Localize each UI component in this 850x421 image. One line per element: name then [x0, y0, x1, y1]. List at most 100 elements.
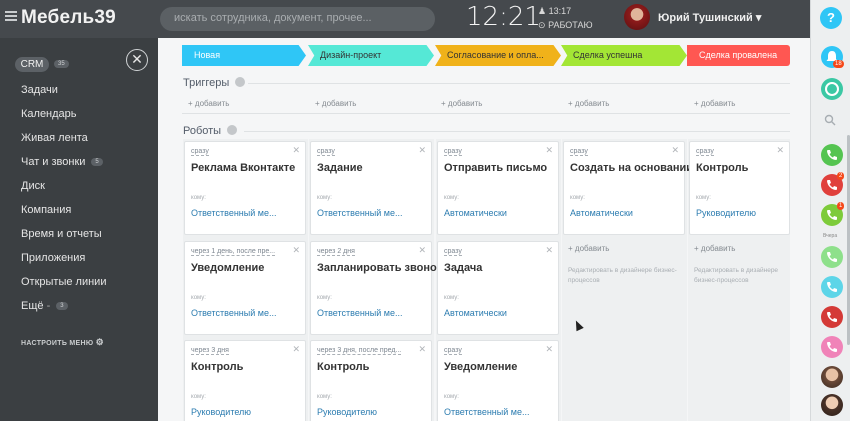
sidebar-item-open-lines[interactable]: Открытые линии: [21, 276, 106, 288]
stage-new[interactable]: Новая: [182, 45, 306, 66]
robot-delay[interactable]: сразу: [444, 148, 462, 156]
robot-delay[interactable]: сразу: [444, 347, 462, 355]
robot-recipient[interactable]: Ответственный ме...: [191, 208, 276, 218]
close-icon[interactable]: ✕: [418, 245, 426, 256]
add-trigger-button[interactable]: + добавить: [188, 99, 229, 108]
robot-recipient[interactable]: Автоматически: [444, 208, 507, 218]
robot-recipient[interactable]: Ответственный ме...: [444, 407, 529, 417]
sidebar-item-more[interactable]: Ещё -3: [21, 300, 68, 312]
robot-card[interactable]: через 3 дня ✕ Контроль кому: Руководител…: [184, 340, 306, 421]
robot-card[interactable]: через 3 дня, после пред... ✕ Контроль ко…: [310, 340, 432, 421]
robot-delay[interactable]: через 3 дня, после пред...: [317, 347, 402, 355]
sidebar-item-disk[interactable]: Диск: [21, 180, 45, 192]
close-icon[interactable]: ✕: [292, 145, 300, 156]
search-icon[interactable]: [824, 114, 836, 126]
robot-recipient[interactable]: Руководителю: [191, 407, 251, 417]
contact-avatar[interactable]: [821, 394, 843, 416]
robot-recipient-label: кому:: [444, 295, 459, 301]
robot-card[interactable]: через 1 день, после пре... ✕ Уведомление…: [184, 241, 306, 335]
sidebar-item-calendar[interactable]: Календарь: [21, 108, 77, 120]
robot-delay[interactable]: через 1 день, после пре...: [191, 248, 276, 256]
robot-recipient[interactable]: Руководителю: [696, 208, 756, 218]
help-icon[interactable]: [235, 77, 246, 87]
add-trigger-button[interactable]: + добавить: [315, 99, 356, 108]
stage-design[interactable]: Дизайн-проект: [308, 45, 434, 66]
robot-recipient[interactable]: Автоматически: [570, 208, 633, 218]
robot-recipient[interactable]: Автоматически: [444, 308, 507, 318]
menu-icon[interactable]: [5, 11, 17, 21]
user-avatar[interactable]: [624, 4, 650, 30]
sidebar-item-label: Живая лента: [21, 132, 88, 144]
robot-delay[interactable]: сразу: [570, 148, 588, 156]
robot-card[interactable]: сразу ✕ Создать на основании кому: Автом…: [563, 141, 693, 235]
sidebar-item-chat[interactable]: Чат и звонки 5: [21, 156, 103, 168]
robot-recipient[interactable]: Ответственный ме...: [317, 208, 402, 218]
sidebar-item-tasks[interactable]: Задачи: [21, 84, 58, 96]
sidebar-item-label: Приложения: [21, 252, 86, 264]
help-icon[interactable]: [227, 125, 238, 135]
robot-card[interactable]: сразу ✕ Уведомление кому: Ответственный …: [437, 340, 559, 421]
call-button[interactable]: [821, 246, 843, 268]
help-button[interactable]: ?: [820, 7, 842, 29]
designer-link[interactable]: Редактировать в дизайнере бизнес-процесс…: [568, 266, 686, 286]
add-robot-button[interactable]: + добавить: [694, 244, 735, 253]
close-icon[interactable]: ✕: [126, 49, 148, 71]
close-icon[interactable]: ✕: [292, 245, 300, 256]
sidebar-item-crm[interactable]: CRM: [15, 57, 49, 72]
yesterday-label: Вчера: [823, 233, 838, 239]
close-icon[interactable]: ✕: [545, 344, 553, 355]
add-trigger-button[interactable]: + добавить: [441, 99, 482, 108]
robot-recipient[interactable]: Ответственный ме...: [191, 308, 276, 318]
call-badge: 1: [837, 202, 845, 210]
close-icon[interactable]: ✕: [545, 245, 553, 256]
robot-recipient[interactable]: Руководителю: [317, 407, 377, 417]
robot-title: Реклама Вконтакте: [191, 162, 296, 174]
call-button[interactable]: [821, 336, 843, 358]
close-icon[interactable]: ✕: [418, 344, 426, 355]
robot-card[interactable]: сразу ✕ Задача кому: Автоматически: [437, 241, 559, 335]
stage-won[interactable]: Сделка успешна: [561, 45, 687, 66]
add-robot-button[interactable]: + добавить: [568, 244, 609, 253]
robot-card[interactable]: сразу ✕ Отправить письмо кому: Автоматич…: [437, 141, 559, 235]
robot-card[interactable]: сразу ✕ Задание кому: Ответственный ме..…: [310, 141, 432, 235]
sidebar-item-time-reports[interactable]: Время и отчеты: [21, 228, 102, 240]
sidebar-item-company[interactable]: Компания: [21, 204, 71, 216]
close-icon[interactable]: ✕: [292, 344, 300, 355]
robot-delay[interactable]: сразу: [191, 148, 209, 156]
divider: [182, 113, 790, 114]
add-trigger-button[interactable]: + добавить: [694, 99, 735, 108]
sidebar-item-label: Задачи: [21, 84, 58, 96]
robot-card[interactable]: через 2 дня ✕ Запланировать звонок кому:…: [310, 241, 442, 335]
robot-card[interactable]: сразу ✕ Реклама Вконтакте кому: Ответств…: [184, 141, 306, 235]
close-icon[interactable]: ✕: [418, 145, 426, 156]
close-icon[interactable]: ✕: [671, 145, 679, 156]
add-trigger-button[interactable]: + добавить: [568, 99, 609, 108]
setup-menu-button[interactable]: НАСТРОИТЬ МЕНЮ ⚙: [21, 337, 104, 348]
missed-call-button[interactable]: [821, 306, 843, 328]
stage-approval[interactable]: Согласование и опла...: [435, 45, 561, 66]
close-icon[interactable]: ✕: [776, 145, 784, 156]
robot-delay[interactable]: сразу: [444, 248, 462, 256]
close-icon[interactable]: ✕: [545, 145, 553, 156]
robot-card[interactable]: сразу ✕ Контроль кому: Руководителю: [689, 141, 790, 235]
stage-lost[interactable]: Сделка провалена: [687, 45, 790, 66]
robot-delay[interactable]: сразу: [696, 148, 714, 156]
work-day-status[interactable]: ♟ 13:17 ⊙ РАБОТАЮ: [538, 4, 593, 32]
robot-delay[interactable]: через 2 дня: [317, 248, 355, 256]
call-button[interactable]: [821, 144, 843, 166]
call-button[interactable]: [821, 276, 843, 298]
robot-delay[interactable]: сразу: [317, 148, 335, 156]
sidebar-item-apps[interactable]: Приложения: [21, 252, 85, 264]
robot-delay[interactable]: через 3 дня: [191, 347, 229, 355]
timeman-button[interactable]: [821, 78, 843, 100]
user-name: Юрий Тушинский: [658, 12, 753, 24]
robot-recipient[interactable]: Ответственный ме...: [317, 308, 402, 318]
robot-title: Контроль: [696, 162, 749, 174]
search-input[interactable]: искать сотрудника, документ, прочее...: [160, 7, 435, 31]
app-logo[interactable]: Мебель39: [21, 7, 116, 29]
user-menu[interactable]: Юрий Тушинский ▾: [658, 11, 761, 24]
stage-label: Новая: [194, 50, 221, 60]
designer-link[interactable]: Редактировать в дизайнере бизнес-процесс…: [694, 266, 789, 286]
sidebar-item-feed[interactable]: Живая лента: [21, 132, 88, 144]
contact-avatar[interactable]: [821, 366, 843, 388]
